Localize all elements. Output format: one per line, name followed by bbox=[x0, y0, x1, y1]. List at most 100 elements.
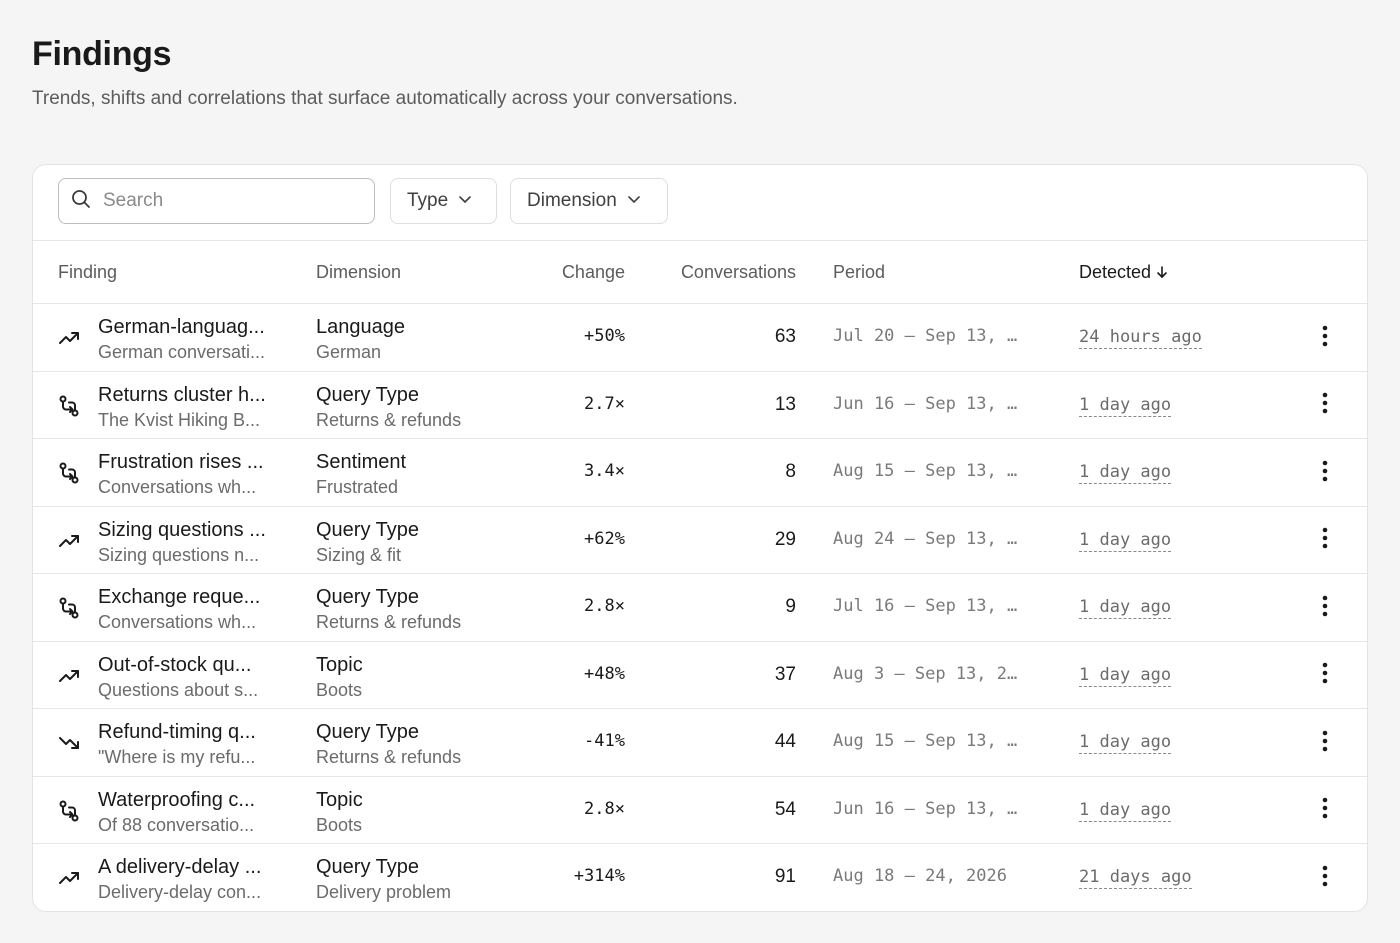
finding-cell: Frustration rises ... Conversations wh..… bbox=[98, 449, 288, 499]
more-options-button[interactable] bbox=[1311, 864, 1339, 892]
dimension-name: Sentiment bbox=[316, 451, 407, 473]
finding-title[interactable]: Frustration rises ... bbox=[98, 449, 288, 475]
more-vertical-icon bbox=[1322, 797, 1328, 824]
column-header-change[interactable]: Change bbox=[562, 241, 625, 303]
table-row[interactable]: Refund-timing q... "Where is my refu... … bbox=[33, 709, 1367, 777]
chevron-down-icon bbox=[458, 190, 472, 212]
table-row[interactable]: A delivery-delay ... Delivery-delay con.… bbox=[33, 844, 1367, 911]
more-options-button[interactable] bbox=[1311, 324, 1339, 352]
correlation-icon bbox=[57, 799, 81, 823]
page-subtitle: Trends, shifts and correlations that sur… bbox=[32, 88, 738, 109]
search-box[interactable] bbox=[58, 178, 375, 224]
period-range: Aug 24 – Sep 13, … bbox=[833, 528, 1018, 549]
table-row[interactable]: Out-of-stock qu... Questions about s... … bbox=[33, 642, 1367, 709]
dimension-name: Language bbox=[316, 316, 405, 338]
period-range: Jun 16 – Sep 13, … bbox=[833, 798, 1018, 819]
dimension-cell: Query Type Sizing & fit bbox=[316, 517, 536, 567]
more-vertical-icon bbox=[1322, 460, 1328, 487]
detected-time[interactable]: 24 hours ago bbox=[1079, 326, 1202, 349]
search-input[interactable] bbox=[101, 189, 355, 213]
more-options-button[interactable] bbox=[1311, 392, 1339, 420]
detected-time[interactable]: 1 day ago bbox=[1079, 664, 1172, 687]
more-vertical-icon bbox=[1322, 392, 1328, 419]
table-row[interactable]: Frustration rises ... Conversations wh..… bbox=[33, 439, 1367, 507]
table-row[interactable]: Waterproofing c... Of 88 conversatio... … bbox=[33, 777, 1367, 844]
dimension-cell: Topic Boots bbox=[316, 787, 536, 837]
finding-cell: Returns cluster h... The Kvist Hiking B.… bbox=[98, 382, 288, 432]
finding-cell: Exchange reque... Conversations wh... bbox=[98, 584, 288, 634]
change-value: +314% bbox=[573, 866, 625, 886]
more-options-button[interactable] bbox=[1311, 459, 1339, 487]
column-header-conversations[interactable]: Conversations bbox=[681, 241, 796, 303]
change-value: 3.4× bbox=[584, 461, 625, 481]
change-value: -41% bbox=[584, 731, 625, 751]
finding-title[interactable]: Exchange reque... bbox=[98, 584, 288, 610]
conversations-count: 8 bbox=[785, 461, 796, 482]
detected-time[interactable]: 1 day ago bbox=[1079, 596, 1172, 619]
period-range: Jun 16 – Sep 13, … bbox=[833, 393, 1018, 414]
dimension-cell: Query Type Delivery problem bbox=[316, 854, 536, 904]
finding-title[interactable]: German-languag... bbox=[98, 314, 288, 340]
dimension-value: Boots bbox=[316, 679, 363, 700]
change-value: 2.8× bbox=[584, 798, 625, 819]
more-options-button[interactable] bbox=[1311, 527, 1339, 555]
finding-description: German conversati... bbox=[98, 342, 266, 362]
finding-cell: A delivery-delay ... Delivery-delay con.… bbox=[98, 854, 288, 904]
dimension-filter-label: Dimension bbox=[527, 190, 617, 211]
finding-description: Questions about s... bbox=[98, 679, 259, 700]
dimension-value: Returns & refunds bbox=[316, 747, 462, 767]
trend-up-icon bbox=[57, 326, 81, 350]
detected-time[interactable]: 1 day ago bbox=[1079, 394, 1172, 417]
table-row[interactable]: Exchange reque... Conversations wh... Qu… bbox=[33, 574, 1367, 642]
dimension-value: German bbox=[316, 342, 382, 362]
table-row[interactable]: Sizing questions ... Sizing questions n.… bbox=[33, 507, 1367, 574]
more-options-button[interactable] bbox=[1311, 594, 1339, 622]
more-options-button[interactable] bbox=[1311, 662, 1339, 690]
period-range: Aug 3 – Sep 13, 2… bbox=[833, 663, 1018, 684]
conversations-count: 29 bbox=[774, 528, 796, 550]
column-header-detected[interactable]: Detected bbox=[1079, 241, 1169, 303]
trend-up-icon bbox=[57, 664, 81, 688]
finding-title[interactable]: Out-of-stock qu... bbox=[98, 652, 288, 678]
column-header-finding[interactable]: Finding bbox=[58, 241, 117, 303]
correlation-icon bbox=[57, 394, 81, 418]
dimension-filter-button[interactable]: Dimension bbox=[510, 178, 668, 224]
detected-time[interactable]: 1 day ago bbox=[1079, 529, 1172, 552]
finding-title[interactable]: Returns cluster h... bbox=[98, 382, 288, 408]
detected-time[interactable]: 21 days ago bbox=[1079, 866, 1192, 889]
conversations-count: 37 bbox=[774, 663, 796, 685]
finding-description: Of 88 conversatio... bbox=[98, 814, 255, 835]
page-title: Findings bbox=[32, 35, 172, 73]
dimension-cell: Topic Boots bbox=[316, 652, 536, 702]
column-header-period[interactable]: Period bbox=[833, 241, 885, 303]
dimension-cell: Query Type Returns & refunds bbox=[316, 382, 536, 432]
conversations-count: 44 bbox=[774, 731, 796, 752]
finding-title[interactable]: Refund-timing q... bbox=[98, 719, 288, 745]
detected-time[interactable]: 1 day ago bbox=[1079, 731, 1172, 754]
chevron-down-icon bbox=[627, 190, 641, 212]
change-value: +48% bbox=[584, 663, 625, 684]
more-options-button[interactable] bbox=[1311, 797, 1339, 825]
finding-description: Sizing questions n... bbox=[98, 544, 260, 565]
finding-title[interactable]: Waterproofing c... bbox=[98, 787, 288, 813]
change-value: +62% bbox=[584, 528, 625, 549]
detected-time[interactable]: 1 day ago bbox=[1079, 461, 1172, 484]
finding-title[interactable]: Sizing questions ... bbox=[98, 517, 288, 543]
column-header-dimension[interactable]: Dimension bbox=[316, 241, 401, 303]
table-row[interactable]: German-languag... German conversati... L… bbox=[33, 304, 1367, 372]
change-value: 2.8× bbox=[584, 596, 625, 616]
period-range: Jul 20 – Sep 13, … bbox=[833, 326, 1018, 346]
more-vertical-icon bbox=[1322, 325, 1328, 352]
dimension-cell: Sentiment Frustrated bbox=[316, 449, 536, 499]
correlation-icon bbox=[57, 596, 81, 620]
type-filter-button[interactable]: Type bbox=[390, 178, 497, 224]
table-body: German-languag... German conversati... L… bbox=[33, 304, 1367, 911]
finding-title[interactable]: A delivery-delay ... bbox=[98, 854, 288, 880]
more-options-button[interactable] bbox=[1311, 729, 1339, 757]
dimension-name: Query Type bbox=[316, 721, 420, 743]
table-row[interactable]: Returns cluster h... The Kvist Hiking B.… bbox=[33, 372, 1367, 439]
dimension-name: Query Type bbox=[316, 518, 420, 541]
change-value: +50% bbox=[584, 326, 625, 346]
finding-description: "Where is my refu... bbox=[98, 747, 256, 767]
detected-time[interactable]: 1 day ago bbox=[1079, 799, 1172, 822]
